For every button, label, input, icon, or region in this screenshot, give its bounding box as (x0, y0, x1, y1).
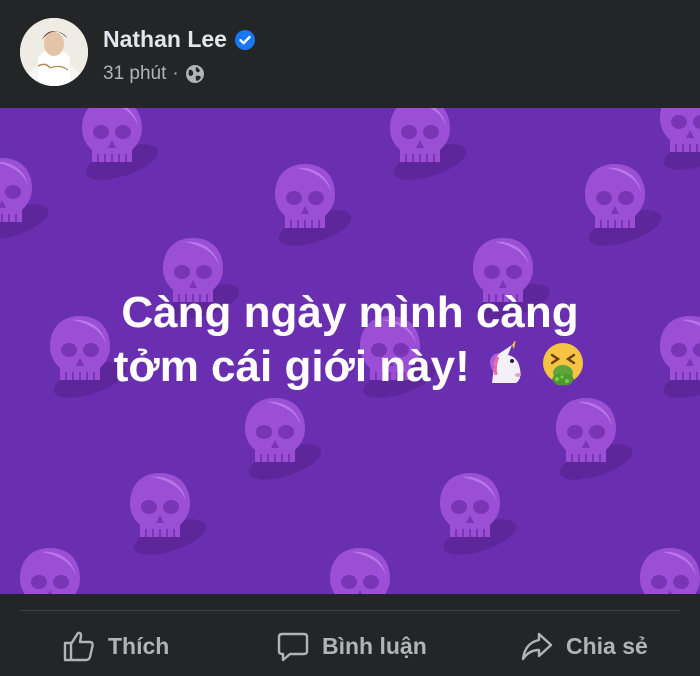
unicorn-icon (489, 341, 521, 383)
meta-separator: · (172, 63, 179, 84)
share-button[interactable]: Chia sẻ (520, 620, 648, 672)
thumbs-up-icon (63, 631, 94, 662)
globe-icon[interactable] (185, 64, 205, 84)
post-timestamp[interactable]: 31 phút (103, 63, 166, 85)
like-label: Thích (108, 632, 170, 659)
post-text-line-1: Càng ngày mình càng (121, 288, 579, 337)
comment-bubble-icon (277, 632, 309, 662)
action-divider (20, 610, 680, 611)
post-action-bar: Thích Bình luận Chia sẻ (0, 620, 700, 672)
post-header: Nathan Lee 31 phút · (0, 0, 700, 108)
post-text: Càng ngày mình càng tởm cái giới này! (0, 286, 700, 394)
vomiting-face-icon (543, 343, 584, 386)
like-button[interactable]: Thích (62, 620, 169, 672)
author-avatar[interactable] (20, 18, 88, 86)
post-text-line-2: tởm cái giới này! (113, 342, 470, 391)
author-name[interactable]: Nathan Lee (103, 26, 227, 53)
share-arrow-icon (521, 632, 553, 661)
share-label: Chia sẻ (566, 632, 648, 659)
post-image[interactable]: Càng ngày mình càng tởm cái giới này! (0, 108, 700, 594)
comment-label: Bình luận (322, 632, 427, 659)
comment-button[interactable]: Bình luận (276, 620, 427, 672)
verified-badge-icon (234, 29, 255, 50)
